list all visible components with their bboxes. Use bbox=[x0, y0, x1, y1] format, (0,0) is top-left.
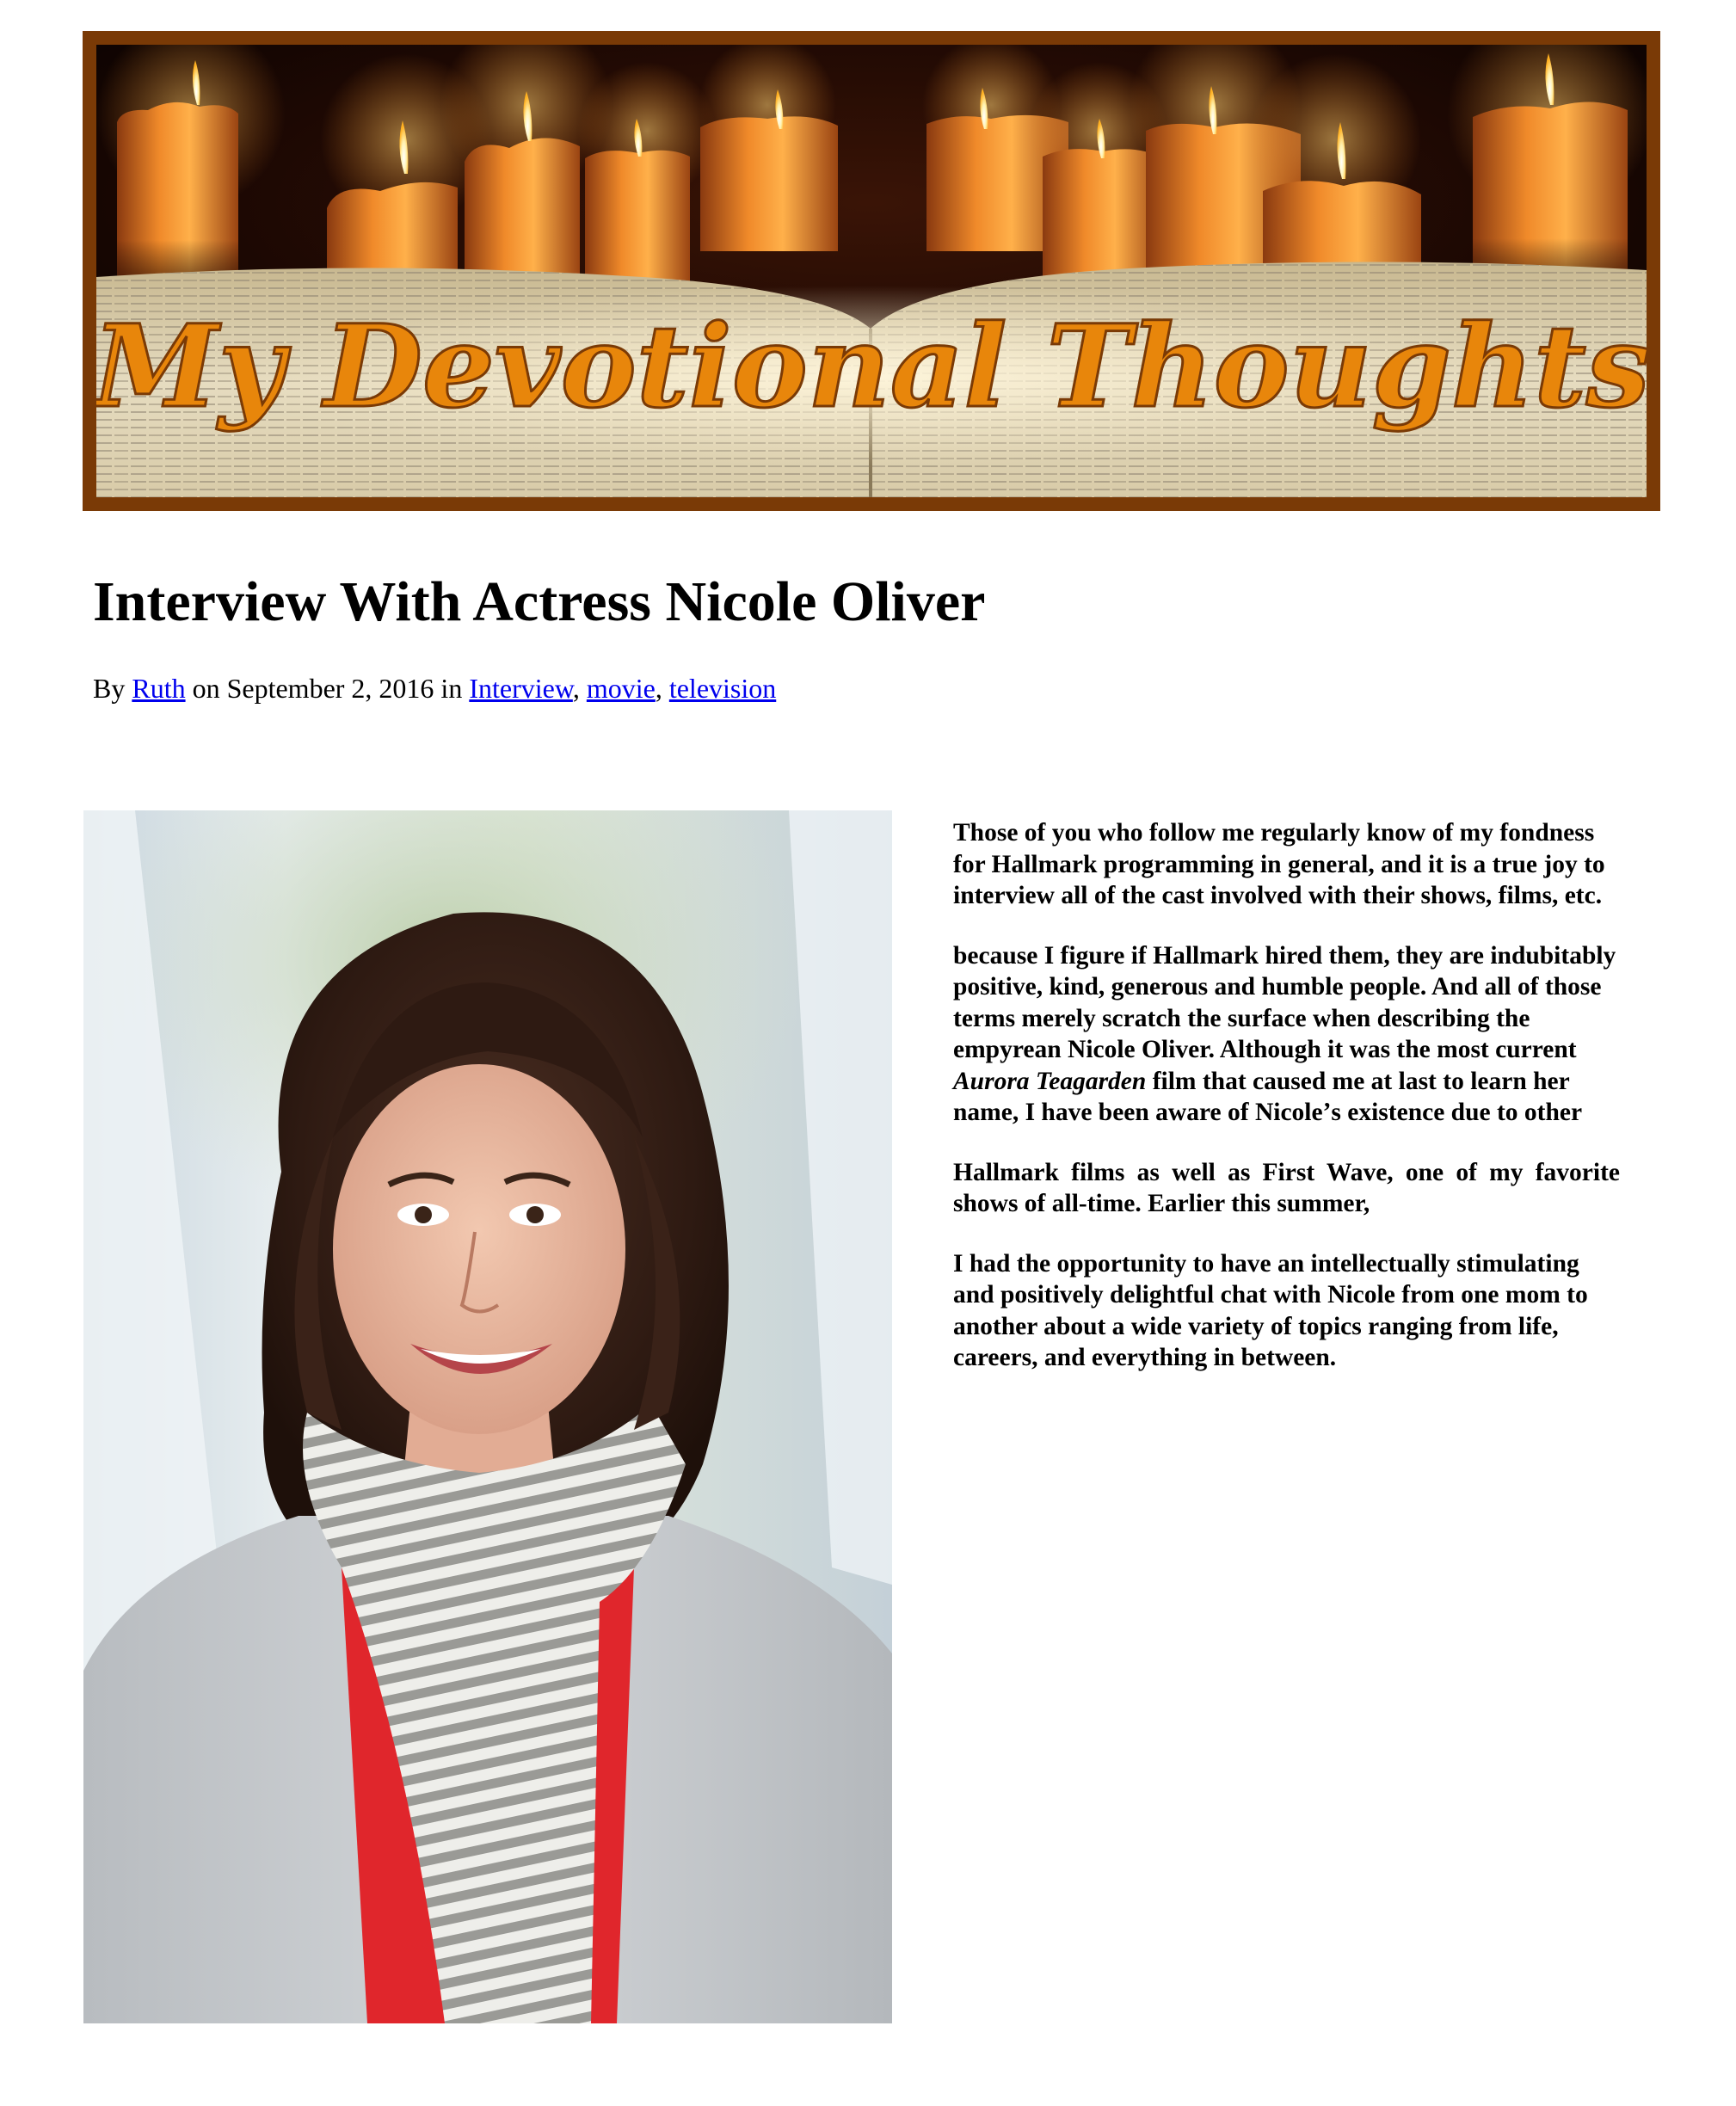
article-paragraph: Those of you who follow me regularly kno… bbox=[953, 819, 1605, 909]
paragraph-text: because I figure if Hallmark hired them,… bbox=[953, 941, 1616, 1064]
article-body: Those of you who follow me regularly kno… bbox=[953, 817, 1620, 1402]
category-link-movie[interactable]: movie bbox=[587, 673, 656, 704]
meta-on: on bbox=[192, 673, 220, 704]
category-link-television[interactable]: television bbox=[669, 673, 776, 704]
category-separator: , bbox=[655, 673, 662, 704]
portrait-photo bbox=[83, 810, 892, 2023]
article-paragraph: I had the opportunity to have an intelle… bbox=[953, 1249, 1588, 1372]
meta-by: By bbox=[93, 673, 126, 704]
category-link-interview[interactable]: Interview bbox=[469, 673, 573, 704]
emphasized-title: Aurora Teagarden bbox=[953, 1067, 1147, 1095]
banner-logo-text: My Devotional Thoughts bbox=[96, 300, 1647, 434]
post-title: Interview With Actress Nicole Oliver bbox=[93, 570, 986, 633]
banner-image: My Devotional Thoughts bbox=[96, 45, 1647, 497]
site-banner[interactable]: My Devotional Thoughts bbox=[83, 31, 1660, 511]
author-link[interactable]: Ruth bbox=[132, 673, 185, 704]
meta-in: in bbox=[440, 673, 463, 704]
category-separator: , bbox=[572, 673, 580, 704]
article-paragraph: Hallmark films as well as First Wave, on… bbox=[953, 1158, 1620, 1218]
post-meta: By Ruth on September 2, 2016 in Intervie… bbox=[93, 671, 776, 705]
article-paragraph: because I figure if Hallmark hired them,… bbox=[953, 940, 1620, 1129]
post-date: September 2, 2016 bbox=[226, 673, 434, 704]
